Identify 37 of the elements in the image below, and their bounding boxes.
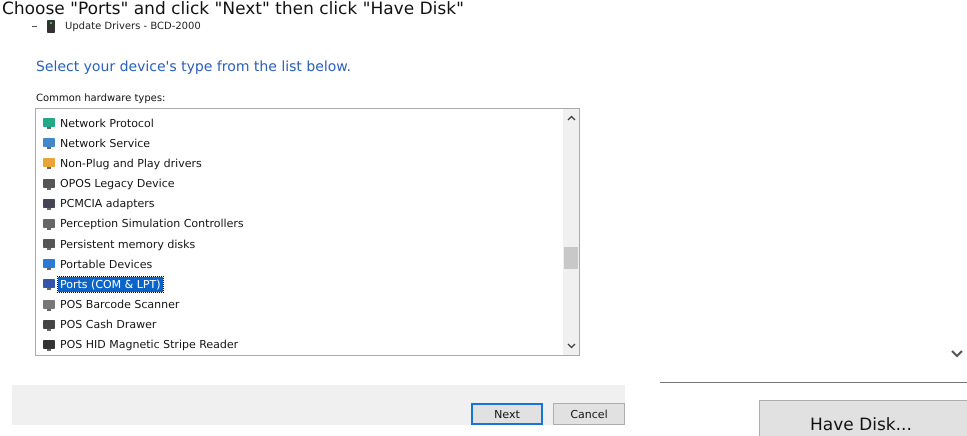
list-item[interactable]: Portable Devices <box>58 256 154 272</box>
device-icon <box>42 257 56 272</box>
list-item[interactable]: Perception Simulation Controllers <box>58 216 246 232</box>
dialog-button[interactable]: Cancel <box>553 403 625 425</box>
device-icon <box>47 20 55 32</box>
list-item[interactable]: Non-Plug and Play drivers <box>58 156 204 171</box>
instruction-text: Choose "Ports" and click "Next" then click "Have Disk" <box>1 0 465 18</box>
scroll-down-icon[interactable] <box>566 343 576 349</box>
device-icon <box>42 318 56 332</box>
device-icon <box>42 338 56 352</box>
device-icon <box>42 156 56 170</box>
device-icon <box>42 136 56 150</box>
list-item[interactable]: Persistent memory disks <box>58 236 198 252</box>
list-item[interactable]: POS Barcode Scanner <box>58 297 182 312</box>
have-disk-button[interactable]: Have Disk... <box>759 400 967 436</box>
list-item[interactable]: Network Protocol <box>58 116 156 131</box>
window-title: Update Drivers - BCD-2000 <box>65 20 201 32</box>
device-icon <box>42 176 56 191</box>
scroll-up-icon[interactable] <box>566 115 576 121</box>
device-icon <box>42 298 56 312</box>
list-item[interactable]: POS Cash Drawer <box>58 317 158 332</box>
dialog-heading: Select your device's type from the list below. <box>36 59 352 75</box>
device-icon <box>42 237 56 252</box>
chevron-down-icon[interactable] <box>951 350 963 358</box>
device-icon <box>42 116 56 130</box>
scrollbar[interactable] <box>563 109 579 355</box>
list-item[interactable]: POS HID Magnetic Stripe Reader <box>58 337 240 352</box>
list-item[interactable]: PCMCIA adapters <box>58 196 157 212</box>
device-icon <box>42 216 56 231</box>
list-label: Common hardware types: <box>36 93 166 104</box>
scrollbar-thumb[interactable] <box>564 247 578 269</box>
list-item[interactable]: Network Service <box>58 136 152 151</box>
list-item[interactable]: Ports (COM & LPT) <box>58 276 162 292</box>
device-icon <box>42 277 56 292</box>
list-item[interactable]: OPOS Legacy Device <box>58 176 177 192</box>
dialog-button[interactable]: Next <box>471 403 543 425</box>
device-icon <box>42 196 56 211</box>
